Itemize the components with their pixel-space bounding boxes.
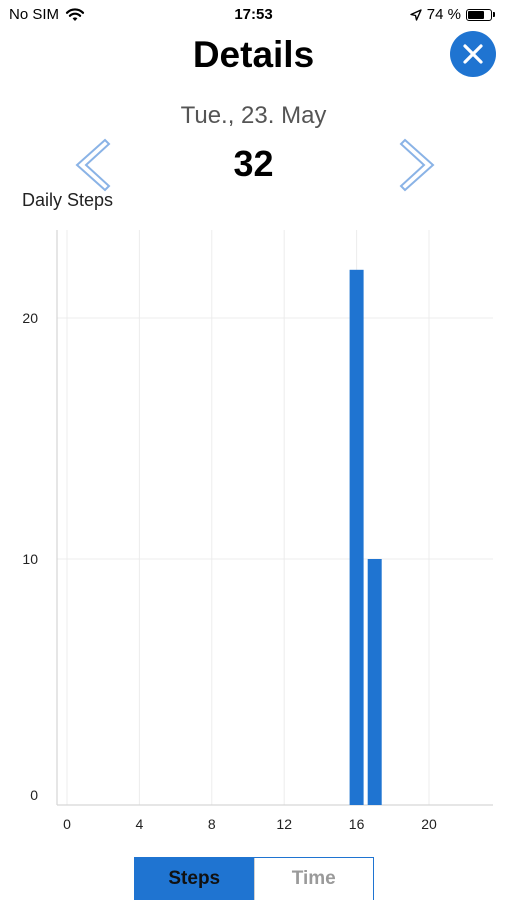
y-tick-label: 10 xyxy=(22,551,38,567)
close-icon xyxy=(463,44,483,64)
x-tick-label: 0 xyxy=(63,816,71,830)
x-tick-label: 16 xyxy=(349,816,365,830)
tab-steps[interactable]: Steps xyxy=(135,858,254,900)
chevron-left-icon xyxy=(75,138,111,192)
chevron-right-icon xyxy=(399,138,435,192)
chart-bar xyxy=(367,559,382,805)
status-bar: No SIM 17:53 74 % xyxy=(0,0,507,30)
next-day-button[interactable] xyxy=(398,137,438,193)
battery-percent: 74 % xyxy=(426,6,461,23)
view-toggle: Steps Time xyxy=(134,857,374,900)
date-label: Tue., 23. May xyxy=(180,102,327,129)
x-tick-label: 4 xyxy=(136,816,144,830)
previous-day-button[interactable] xyxy=(72,137,112,193)
x-tick-label: 20 xyxy=(421,816,437,830)
battery-fill xyxy=(468,10,484,19)
tab-time[interactable]: Time xyxy=(253,858,373,900)
y-tick-label: 20 xyxy=(22,310,38,326)
location-arrow-icon xyxy=(410,8,422,21)
x-tick-label: 8 xyxy=(208,816,216,830)
close-button[interactable] xyxy=(450,31,496,77)
daily-steps-chart: 0 4 8 12 16 20 0 10 20 xyxy=(22,230,493,830)
battery-cap xyxy=(493,12,495,17)
status-right: 74 % xyxy=(410,6,495,23)
y-tick-label: 0 xyxy=(30,787,38,803)
x-tick-label: 12 xyxy=(276,816,292,830)
battery-icon xyxy=(466,8,492,21)
chart-bar xyxy=(349,269,364,805)
page-title: Details xyxy=(192,34,315,75)
chart-title: Daily Steps xyxy=(22,190,114,210)
